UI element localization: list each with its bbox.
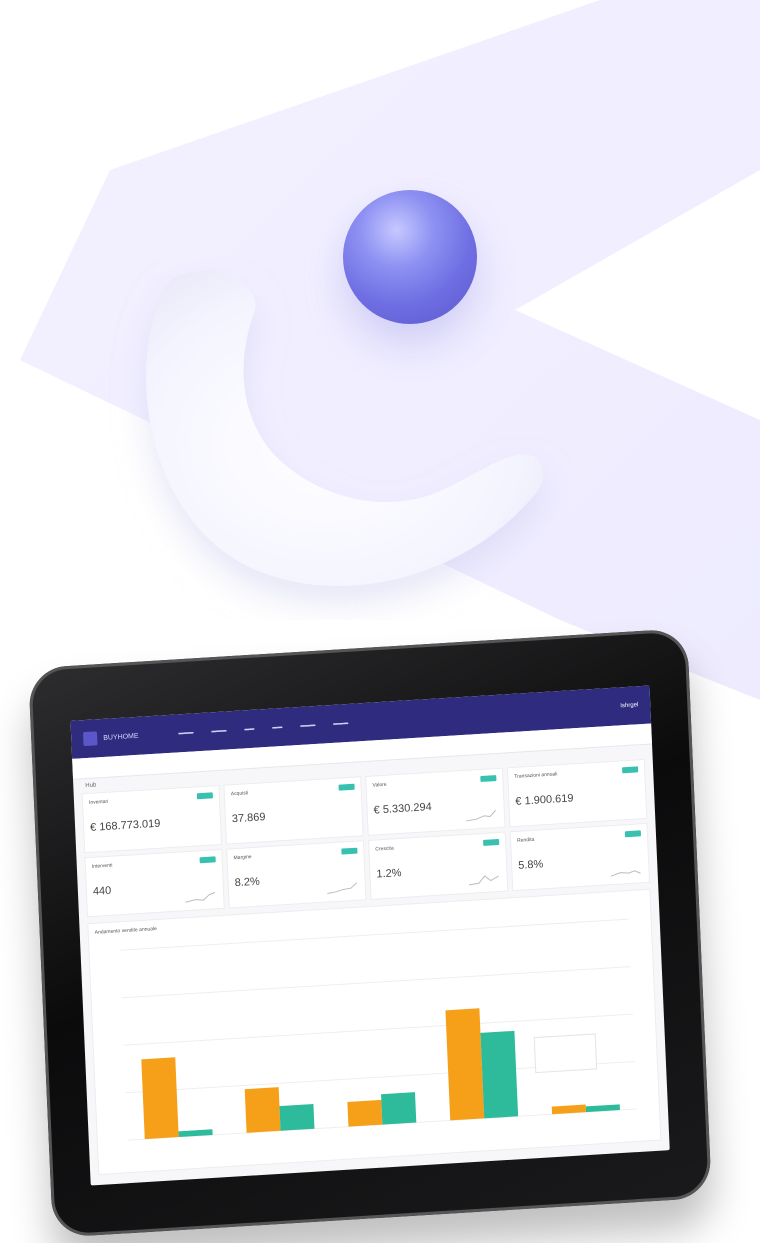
bar	[347, 1099, 383, 1127]
bar	[244, 1087, 281, 1133]
bar	[381, 1092, 417, 1125]
nav-item[interactable]: ▬▬▬	[300, 722, 315, 729]
kpi-card[interactable]: Crescita 1.2%	[367, 831, 509, 900]
kpi-title: Crescita	[375, 845, 394, 853]
gridline	[121, 966, 631, 999]
kpi-title: Inventari	[88, 798, 109, 806]
kpi-card[interactable]: Acquisti 37.869	[223, 776, 364, 845]
sparkline-icon	[185, 891, 216, 903]
bar	[480, 1030, 519, 1119]
bar	[178, 1129, 213, 1138]
sparkline-icon	[610, 870, 641, 877]
kpi-title: Margine	[233, 854, 252, 862]
kpi-card[interactable]: Rendita 5.8%	[509, 822, 651, 892]
nav-item[interactable]: ▬▬▬	[178, 729, 193, 736]
kpi-value: € 168.773.019	[89, 817, 161, 834]
white-arc-shape	[146, 269, 544, 586]
bar	[445, 1008, 485, 1121]
kpi-value: 37.869	[231, 811, 266, 826]
user-menu[interactable]: Ishrgel	[620, 702, 638, 709]
kpi-badge	[622, 766, 639, 774]
kpi-card[interactable]: Valore € 5.330.294	[365, 767, 506, 836]
bar	[279, 1104, 315, 1131]
kpi-title: Rendita	[516, 836, 535, 844]
tablet-device: BUYHOME ▬▬▬ ▬▬▬ ▬▬ ▬▬ ▬▬▬ ▬▬▬ Ishrgel Hu…	[28, 628, 712, 1238]
logo-icon	[82, 731, 98, 747]
nav-item[interactable]: ▬▬▬	[211, 727, 226, 734]
nav-item[interactable]: ▬▬▬	[333, 720, 348, 727]
kpi-card[interactable]: Transazioni annuali € 1.900.619	[506, 758, 648, 828]
kpi-title: Acquisti	[230, 790, 249, 798]
kpi-badge	[341, 847, 358, 855]
chart-panel: Andamento vendite annuale	[87, 888, 662, 1176]
sparkline-icon	[468, 875, 499, 886]
sparkline-icon	[327, 882, 358, 895]
kpi-badge	[480, 775, 497, 782]
chart-tooltip	[533, 1033, 598, 1074]
kpi-badge	[483, 838, 500, 846]
purple-sphere	[343, 190, 477, 324]
kpi-badge	[624, 830, 642, 838]
kpi-badge	[196, 792, 213, 800]
kpi-card[interactable]: Inventari € 168.773.019	[81, 784, 223, 854]
bar	[585, 1104, 620, 1113]
bar	[141, 1057, 179, 1140]
brand-name: BUYHOME	[103, 732, 139, 742]
kpi-title: Interventi	[91, 862, 113, 870]
kpi-card[interactable]: Margine 8.2%	[226, 840, 367, 909]
dashboard-screen: BUYHOME ▬▬▬ ▬▬▬ ▬▬ ▬▬ ▬▬▬ ▬▬▬ Ishrgel Hu…	[70, 685, 670, 1186]
kpi-badge	[199, 856, 216, 864]
kpi-value: € 1.900.619	[515, 792, 574, 808]
kpi-title: Transazioni annuali	[514, 771, 558, 780]
nav-item[interactable]: ▬▬	[244, 726, 254, 733]
kpi-card[interactable]: Interventi 440	[84, 848, 225, 918]
kpi-title: Valore	[372, 781, 387, 789]
kpi-badge	[338, 783, 355, 791]
sparkline-icon	[466, 809, 497, 822]
nav-item[interactable]: ▬▬	[272, 724, 282, 731]
